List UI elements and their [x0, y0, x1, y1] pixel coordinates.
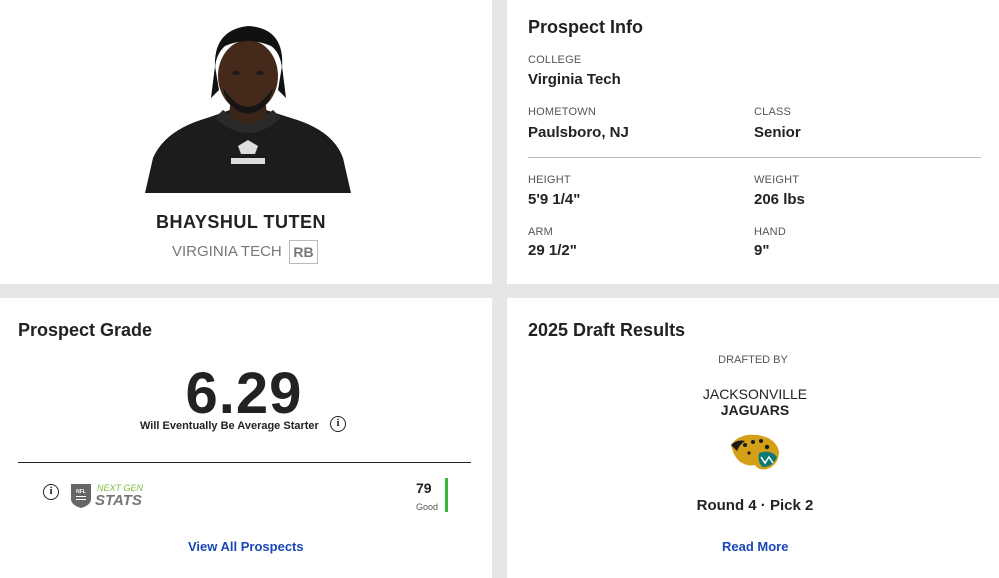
svg-text:NFL: NFL	[76, 489, 86, 495]
grade-divider	[18, 462, 471, 463]
hand-value: 9"	[754, 242, 770, 259]
ngs-tier: Good	[416, 502, 439, 512]
player-headshot-image	[145, 18, 351, 193]
grade-info-icon[interactable]: i	[330, 416, 346, 432]
read-more-link[interactable]: Read More	[722, 539, 788, 554]
college-value: Virginia Tech	[528, 71, 621, 88]
height-value: 5'9 1/4"	[528, 191, 581, 208]
grade-value: 6.29	[185, 361, 303, 426]
team-city: JACKSONVILLE	[702, 386, 808, 402]
class-label: CLASS	[754, 106, 792, 118]
ngs-info-icon[interactable]: i	[43, 484, 59, 500]
class-value: Senior	[754, 124, 801, 141]
round-pick: Round 4 · Pick 2	[696, 497, 814, 514]
weight-label: WEIGHT	[754, 174, 800, 186]
college-label: COLLEGE	[528, 54, 582, 66]
ngs-score: 79	[416, 480, 432, 496]
player-name: BHAYSHUL TUTEN	[155, 212, 327, 232]
team-name: JAGUARS	[720, 402, 790, 418]
view-all-prospects-link[interactable]: View All Prospects	[188, 539, 304, 554]
draft-results-title: 2025 Draft Results	[528, 320, 686, 340]
ngs-logo-bottom-text: STATS	[95, 492, 142, 509]
arm-value: 29 1/2"	[528, 242, 577, 259]
hometown-value: Paulsboro, NJ	[528, 124, 629, 141]
height-label: HEIGHT	[528, 174, 571, 186]
arm-label: ARM	[528, 226, 554, 238]
position-badge: RB	[289, 240, 318, 264]
grade-description: Will Eventually Be Average Starter	[140, 420, 319, 432]
prospect-grade-card: Prospect Grade 6.29 Will Eventually Be A…	[0, 298, 492, 578]
hand-label: HAND	[754, 226, 786, 238]
hometown-label: HOMETOWN	[528, 106, 597, 118]
drafted-by-label: DRAFTED BY	[718, 354, 788, 366]
prospect-info-title: Prospect Info	[528, 17, 644, 37]
jaguars-logo-icon	[729, 431, 781, 473]
ngs-score-bar	[445, 478, 448, 512]
draft-results-card: 2025 Draft Results DRAFTED BY JACKSONVIL…	[507, 298, 999, 578]
prospect-info-card: Prospect Info COLLEGE Virginia Tech HOME…	[507, 0, 999, 284]
next-gen-stats-logo-icon: NFL NEXT GEN STATS	[70, 481, 162, 509]
player-card: BHAYSHUL TUTEN VIRGINIA TECH RB	[0, 0, 492, 284]
info-divider	[528, 157, 981, 158]
prospect-grade-title: Prospect Grade	[18, 320, 153, 340]
player-college: VIRGINIA TECH	[172, 243, 282, 260]
weight-value: 206 lbs	[754, 191, 805, 208]
